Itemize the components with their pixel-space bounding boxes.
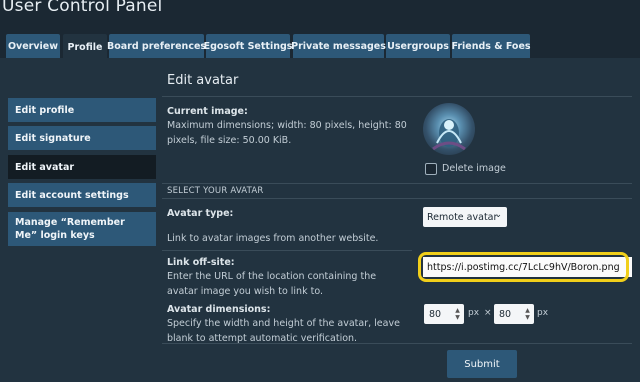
spinner-arrows-icon[interactable]: ▲ ▼: [454, 307, 461, 321]
link-offsite-description: Enter the URL of the location containing…: [167, 271, 377, 297]
height-unit: px: [537, 308, 549, 318]
delete-image-checkbox[interactable]: [425, 163, 437, 175]
sidebar-item-edit-account-settings[interactable]: Edit account settings: [8, 183, 156, 207]
avatar-type-value: Remote avatar: [427, 211, 498, 223]
divider: [162, 96, 632, 97]
sidebar-item-edit-profile[interactable]: Edit profile: [8, 98, 156, 122]
avatar-type-label: Avatar type:: [167, 208, 234, 219]
avatar-width-input[interactable]: 80 ▲ ▼: [424, 304, 464, 324]
avatar-type-select[interactable]: Remote avatar ⌄: [423, 207, 507, 227]
sidebar-item-edit-signature[interactable]: Edit signature: [8, 126, 156, 150]
tab-board-preferences[interactable]: Board preferences: [107, 34, 206, 58]
link-offsite-label: Link off-site:: [167, 257, 235, 268]
sidebar-item-remember-me-keys[interactable]: Manage “Remember Me” login keys: [8, 212, 156, 246]
avatar-height-value: 80: [499, 308, 512, 320]
divider: [162, 198, 632, 199]
current-image-label: Current image:: [167, 106, 248, 117]
avatar-dimensions-description: Specify the width and height of the avat…: [167, 318, 400, 344]
avatar-width-value: 80: [429, 308, 442, 320]
chevron-down-icon: ⌄: [494, 210, 502, 220]
tab-egosoft-settings[interactable]: Egosoft Settings: [204, 34, 292, 58]
tab-profile[interactable]: Profile: [63, 34, 107, 60]
divider: [162, 183, 632, 184]
section-title: Edit avatar: [167, 73, 239, 88]
width-unit: px: [468, 308, 480, 318]
submit-button[interactable]: Submit: [447, 350, 517, 378]
avatar-dimensions-label: Avatar dimensions:: [167, 304, 271, 315]
avatar-type-description: Link to avatar images from another websi…: [167, 233, 379, 244]
avatar-image: [423, 103, 475, 155]
tab-friends-foes[interactable]: Friends & Foes: [451, 34, 531, 58]
sidebar-item-edit-avatar[interactable]: Edit avatar: [8, 155, 156, 179]
avatar-height-input[interactable]: 80 ▲ ▼: [494, 304, 534, 324]
avatar-art-icon: [432, 119, 466, 151]
highlight-outline: [418, 252, 629, 282]
tab-private-messages[interactable]: Private messages: [291, 34, 386, 58]
delete-image-label: Delete image: [442, 163, 506, 174]
page-title: User Control Panel: [2, 0, 163, 16]
spinner-arrows-icon[interactable]: ▲ ▼: [524, 307, 531, 321]
select-avatar-heading: SELECT YOUR AVATAR: [167, 186, 264, 196]
current-image-info: Maximum dimensions; width: 80 pixels, he…: [167, 120, 407, 146]
tab-usergroups[interactable]: Usergroups: [386, 34, 450, 58]
tab-overview[interactable]: Overview: [6, 34, 60, 58]
divider: [162, 250, 412, 251]
divider: [162, 343, 632, 344]
dimension-separator: ×: [484, 308, 492, 318]
